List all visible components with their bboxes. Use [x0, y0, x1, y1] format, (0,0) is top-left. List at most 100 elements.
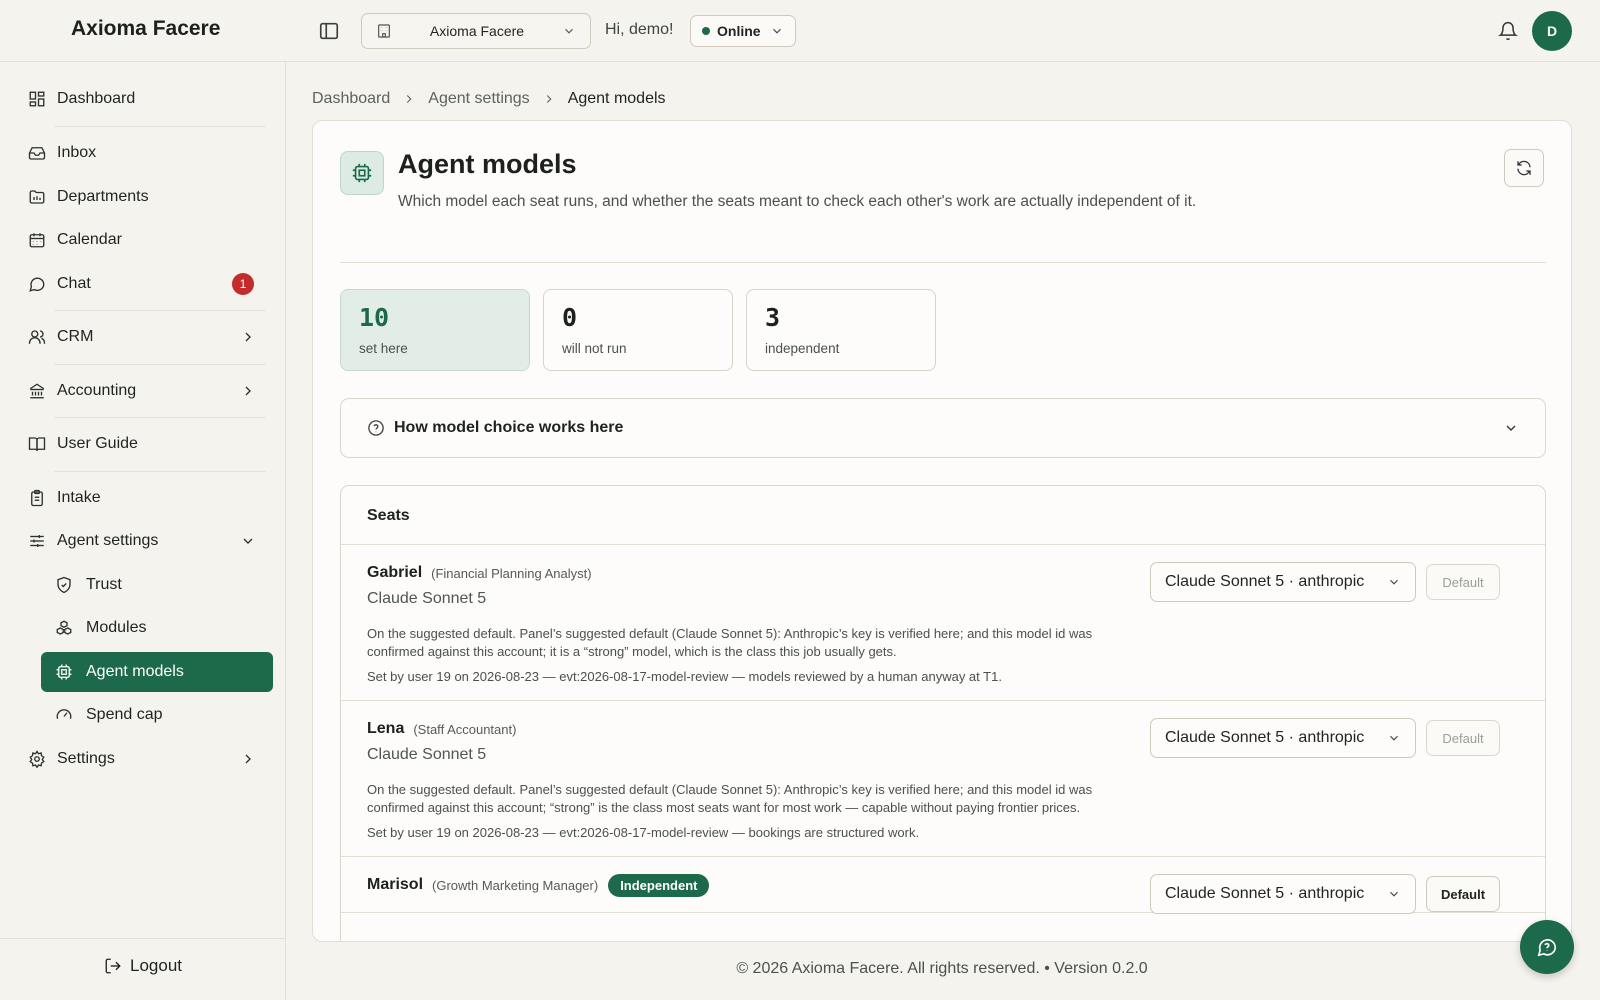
brand-name: Axioma Facere: [71, 17, 221, 40]
sidebar-item-spend-cap[interactable]: Spend cap: [41, 695, 273, 735]
page-description: Which model each seat runs, and whether …: [398, 193, 1197, 210]
sidebar-item-departments[interactable]: Departments: [24, 177, 266, 217]
cpu-icon: [55, 663, 73, 681]
sidebar-divider: [54, 126, 266, 127]
inbox-icon: [28, 144, 46, 162]
greeting-text: Hi, demo!: [605, 21, 674, 38]
model-choice-accordion[interactable]: How model choice works here: [340, 398, 1546, 458]
seat-row: Marisol (Growth Marketing Manager) Indep…: [341, 857, 1545, 914]
sidebar-item-label: Accounting: [57, 382, 137, 399]
sidebar-item-accounting[interactable]: Accounting: [24, 371, 266, 411]
seat-role: (Financial Planning Analyst): [431, 565, 592, 581]
sidebar-item-label: Chat: [57, 275, 91, 292]
status-dot: [702, 27, 710, 35]
sidebar-item-label: User Guide: [57, 435, 138, 452]
logout-label: Logout: [130, 956, 182, 975]
sidebar-item-agent-models[interactable]: Agent models: [41, 652, 273, 692]
gear-icon: [28, 750, 46, 768]
user-avatar[interactable]: D: [1532, 11, 1572, 51]
sidebar-toggle-icon[interactable]: [318, 20, 340, 42]
seats-title: Seats: [341, 486, 1545, 545]
default-button[interactable]: Default: [1426, 720, 1500, 756]
sidebar-item-dashboard[interactable]: Dashboard: [24, 79, 266, 119]
bank-icon: [28, 382, 46, 400]
seat-name: Gabriel: [367, 564, 423, 581]
chevron-right-icon: [402, 92, 416, 106]
sidebar-item-intake[interactable]: Intake: [24, 478, 266, 518]
unread-count-badge: 1: [232, 273, 254, 295]
stat-value: 3: [765, 303, 781, 332]
stat-value: 0: [562, 303, 578, 332]
stat-label: independent: [765, 341, 840, 356]
seat-role: (Growth Marketing Manager): [432, 877, 599, 893]
logout-icon: [104, 957, 122, 975]
chevron-down-icon: [770, 24, 784, 38]
default-button[interactable]: Default: [1426, 564, 1500, 600]
breadcrumb: Dashboard Agent settings Agent models: [312, 90, 666, 108]
help-chat-button[interactable]: [1520, 920, 1574, 974]
status-select[interactable]: Online: [690, 15, 796, 47]
refresh-button[interactable]: [1504, 149, 1544, 187]
chevron-down-icon: [1387, 575, 1401, 589]
stat-label: will not run: [562, 341, 627, 356]
logout-area: Logout: [0, 938, 286, 1000]
seat-reason: On the suggested default. Panel’s sugges…: [367, 782, 1093, 815]
seat-row: Lena (Staff Accountant) Claude Sonnet 5 …: [341, 701, 1545, 857]
sidebar-item-chat[interactable]: Chat 1: [24, 264, 266, 304]
notifications-bell-icon[interactable]: [1498, 20, 1518, 42]
stat-independent: 3 independent: [746, 289, 936, 371]
breadcrumb-agent-settings[interactable]: Agent settings: [428, 90, 529, 108]
chevron-down-icon: [1387, 731, 1401, 745]
accordion-label: How model choice works here: [394, 419, 624, 436]
sidebar-item-label: Departments: [57, 188, 149, 205]
sidebar-item-user-guide[interactable]: User Guide: [24, 424, 266, 464]
chevron-right-icon: [240, 383, 256, 399]
chevron-down-icon: [1503, 420, 1519, 436]
breadcrumb-current: Agent models: [567, 90, 666, 107]
sidebar-item-settings[interactable]: Settings: [24, 739, 266, 779]
sidebar-item-label: CRM: [57, 328, 94, 345]
stat-label: set here: [359, 341, 408, 356]
stat-value: 10: [359, 303, 390, 332]
sidebar-divider: [54, 471, 266, 472]
model-select[interactable]: Claude Sonnet 5 · anthropic: [1150, 562, 1416, 602]
sidebar-item-label: Settings: [57, 750, 115, 767]
logout-button[interactable]: Logout: [104, 956, 182, 976]
stat-will-not-run: 0 will not run: [543, 289, 733, 371]
shield-icon: [55, 576, 73, 594]
help-bubble-icon: [1537, 939, 1557, 957]
refresh-icon: [1517, 160, 1531, 176]
model-select[interactable]: Claude Sonnet 5 · anthropic: [1150, 718, 1416, 758]
sidebar-item-inbox[interactable]: Inbox: [24, 133, 266, 173]
chevron-right-icon: [240, 751, 256, 767]
gauge-icon: [55, 706, 73, 724]
help-circle-icon: [367, 419, 385, 437]
page-title: Agent models: [398, 149, 577, 179]
sidebar-item-label: Trust: [86, 576, 122, 593]
clipboard-icon: [28, 489, 46, 507]
sidebar-item-calendar[interactable]: Calendar: [24, 220, 266, 260]
sidebar-item-crm[interactable]: CRM: [24, 317, 266, 357]
independent-badge: Independent: [608, 873, 710, 897]
users-icon: [28, 328, 46, 346]
sidebar-item-label: Intake: [57, 489, 101, 506]
sidebar-divider: [54, 364, 266, 365]
organization-select[interactable]: Axioma Facere: [361, 13, 591, 49]
default-button[interactable]: Default: [1426, 876, 1500, 912]
breadcrumb-dashboard[interactable]: Dashboard: [312, 90, 390, 108]
seat-set-by: Set by user 19 on 2026-08-23 — evt:2026-…: [367, 825, 920, 840]
folder-icon: [28, 188, 46, 206]
dashboard-icon: [28, 90, 46, 108]
sidebar-item-trust[interactable]: Trust: [41, 565, 273, 605]
sidebar-divider: [54, 310, 266, 311]
seat-set-by: Set by user 19 on 2026-08-23 — evt:2026-…: [367, 669, 1002, 684]
seat-role: (Staff Accountant): [413, 721, 517, 737]
model-select[interactable]: Claude Sonnet 5 · anthropic: [1150, 874, 1416, 914]
sidebar-item-modules[interactable]: Modules: [41, 608, 273, 648]
sidebar-item-label: Dashboard: [57, 90, 136, 107]
sidebar-item-label: Inbox: [57, 144, 97, 161]
sidebar-item-agent-settings[interactable]: Agent settings: [24, 521, 266, 561]
chevron-down-icon: [240, 533, 256, 549]
chevron-right-icon: [240, 329, 256, 345]
sidebar: Dashboard Inbox Departments Calendar Cha…: [0, 62, 286, 1000]
